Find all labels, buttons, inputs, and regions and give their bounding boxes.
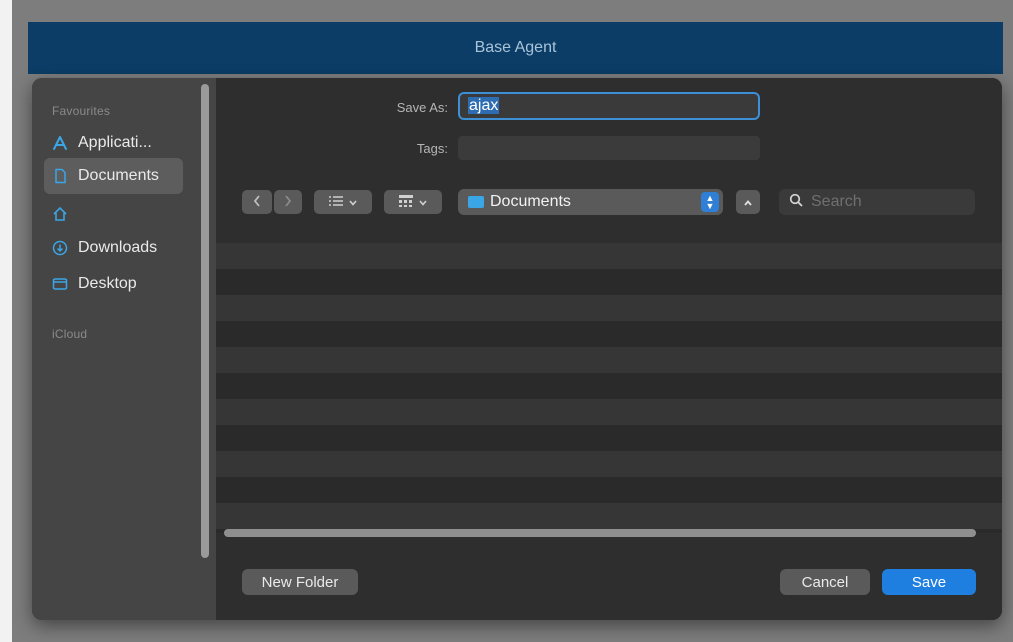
folder-icon (468, 196, 484, 208)
list-row (216, 295, 1002, 321)
chevron-right-icon (283, 194, 293, 211)
list-row (216, 373, 1002, 399)
chevron-down-icon (348, 194, 358, 210)
list-row (216, 243, 1002, 269)
applications-icon (52, 135, 68, 151)
sidebar-item-label: Documents (78, 167, 159, 184)
favourites-section-label: Favourites (52, 104, 111, 118)
chevron-left-icon (252, 194, 262, 211)
list-row (216, 347, 1002, 373)
window-titlebar: Base Agent (28, 22, 1003, 74)
desktop-icon (52, 276, 68, 292)
bottom-bar: New Folder Cancel Save (216, 540, 1002, 620)
sidebar-scrollbar[interactable] (201, 84, 209, 558)
expand-collapse-button[interactable] (736, 190, 760, 214)
sidebar-item-desktop[interactable]: Desktop (44, 266, 183, 302)
save-button[interactable]: Save (882, 569, 976, 595)
list-row (216, 269, 1002, 295)
sidebar-item-downloads[interactable]: Downloads (44, 230, 183, 266)
list-row (216, 477, 1002, 503)
file-list[interactable] (216, 243, 1002, 533)
save-as-label: Save As: (396, 100, 448, 115)
icloud-section-label: iCloud (52, 327, 88, 341)
sidebar-item-documents[interactable]: Documents (44, 158, 183, 194)
forward-button[interactable] (274, 190, 302, 214)
list-row (216, 399, 1002, 425)
search-icon (789, 193, 803, 212)
sidebar-item-label: Applicati... (78, 134, 152, 151)
downloads-icon (52, 240, 68, 256)
list-row (216, 451, 1002, 477)
save-dialog: Favourites Applicati... Documents Downlo… (32, 78, 1002, 620)
tags-input[interactable] (458, 136, 760, 160)
grid-view-icon (398, 194, 414, 211)
document-icon (52, 168, 68, 184)
sidebar-item-home[interactable] (44, 196, 183, 232)
window-title: Base Agent (474, 39, 557, 56)
sidebar-item-label: Desktop (78, 275, 137, 292)
search-placeholder: Search (811, 193, 862, 210)
chevron-up-icon (743, 194, 753, 210)
home-icon (52, 206, 68, 222)
backdrop-edge (0, 0, 12, 642)
list-view-button[interactable] (314, 190, 372, 214)
list-view-icon (328, 194, 344, 210)
main-pane: Save As: ajax Tags: Documents ▲ ▼ Search… (216, 78, 1002, 620)
sidebar-item-label: Downloads (78, 239, 158, 256)
back-button[interactable] (242, 190, 272, 214)
horizontal-scrollbar[interactable] (224, 529, 976, 537)
list-row (216, 425, 1002, 451)
stepper-icon: ▲ ▼ (701, 192, 719, 212)
tags-label: Tags: (416, 141, 448, 156)
location-label: Documents (490, 193, 571, 210)
search-field[interactable]: Search (779, 189, 975, 215)
chevron-down-icon (418, 194, 428, 210)
new-folder-button[interactable]: New Folder (242, 569, 358, 595)
cancel-button[interactable]: Cancel (780, 569, 870, 595)
save-as-value: ajax (468, 97, 500, 114)
save-as-input[interactable]: ajax (458, 92, 760, 120)
sidebar: Favourites Applicati... Documents Downlo… (32, 78, 216, 620)
location-popup[interactable]: Documents ▲ ▼ (458, 189, 723, 215)
list-row (216, 321, 1002, 347)
grid-view-button[interactable] (384, 190, 442, 214)
sidebar-item-applications[interactable]: Applicati... (44, 125, 183, 161)
list-row (216, 503, 1002, 529)
